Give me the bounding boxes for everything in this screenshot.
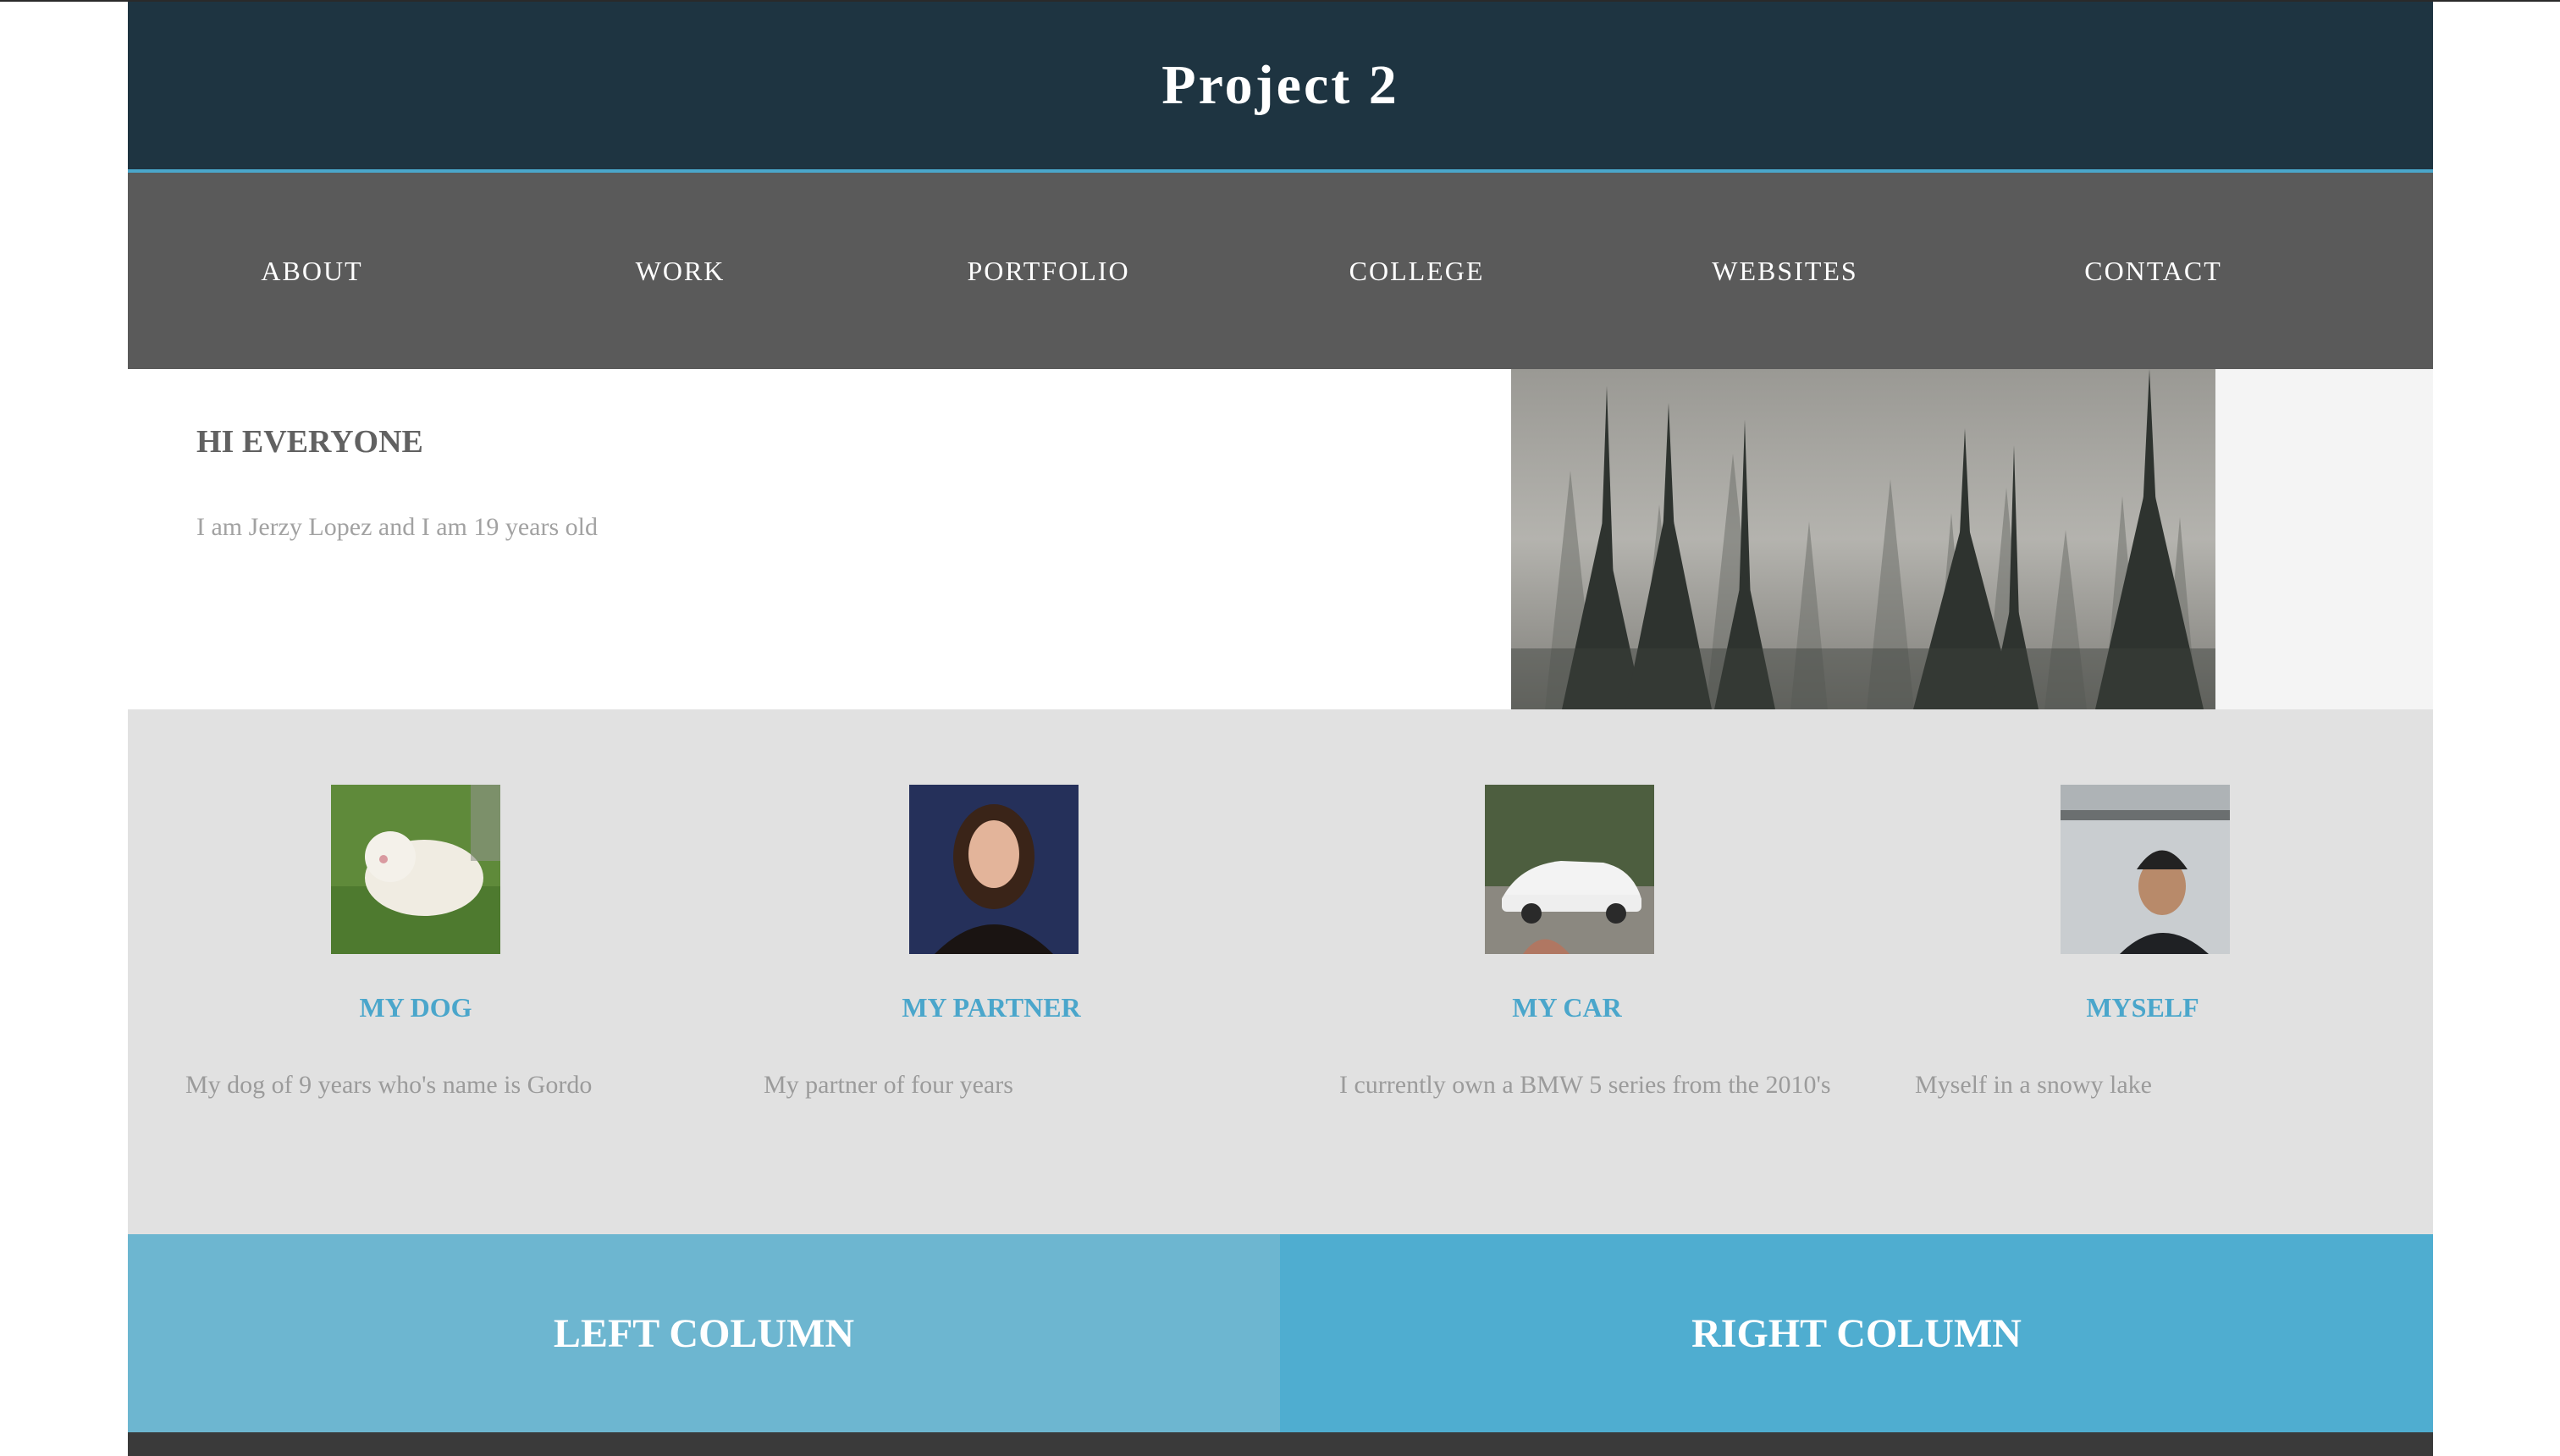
card-text-myself: Myself in a snowy lake bbox=[1915, 1071, 2152, 1099]
myself-photo bbox=[2061, 785, 2230, 954]
card-my-partner: MY PARTNER My partner of four years bbox=[703, 709, 1279, 1234]
columns-section: LEFT COLUMN RIGHT COLUMN bbox=[128, 1234, 2433, 1432]
card-text-my-partner: My partner of four years bbox=[764, 1071, 1013, 1099]
card-my-dog: MY DOG My dog of 9 years who's name is G… bbox=[128, 709, 703, 1234]
right-column: RIGHT COLUMN bbox=[1280, 1234, 2433, 1432]
card-title-my-dog[interactable]: MY DOG bbox=[128, 992, 703, 1023]
card-text-my-car: I currently own a BMW 5 series from the … bbox=[1339, 1071, 1831, 1099]
card-text-my-dog: My dog of 9 years who's name is Gordo bbox=[185, 1071, 593, 1099]
misty-forest-image bbox=[1511, 369, 2215, 709]
nav-item-work[interactable]: WORK bbox=[496, 256, 864, 287]
partner-photo bbox=[909, 785, 1079, 954]
intro-paragraph: I am Jerzy Lopez and I am 19 years old bbox=[196, 513, 598, 541]
nav-item-websites[interactable]: WEBSITES bbox=[1601, 256, 1969, 287]
site-header: Project 2 bbox=[128, 2, 2433, 173]
intro-heading: HI EVERYONE bbox=[196, 424, 423, 460]
nav-item-portfolio[interactable]: PORTFOLIO bbox=[864, 256, 1233, 287]
card-title-my-car[interactable]: MY CAR bbox=[1279, 992, 1855, 1023]
right-column-title: RIGHT COLUMN bbox=[1691, 1310, 2022, 1356]
card-myself: MYSELF Myself in a snowy lake bbox=[1855, 709, 2430, 1234]
nav-item-about[interactable]: ABOUT bbox=[128, 256, 496, 287]
nav-item-contact[interactable]: CONTACT bbox=[1969, 256, 2337, 287]
car-photo bbox=[1485, 785, 1654, 954]
footer-strip bbox=[128, 1432, 2433, 1456]
left-column-title: LEFT COLUMN bbox=[553, 1310, 855, 1356]
card-title-myself[interactable]: MYSELF bbox=[1855, 992, 2430, 1023]
card-my-car: MY CAR I currently own a BMW 5 series fr… bbox=[1279, 709, 1855, 1234]
site-title: Project 2 bbox=[1161, 54, 1399, 116]
intro-image-panel bbox=[1511, 369, 2433, 716]
main-nav: ABOUT WORK PORTFOLIO COLLEGE WEBSITES CO… bbox=[128, 173, 2433, 369]
card-title-my-partner[interactable]: MY PARTNER bbox=[703, 992, 1279, 1023]
left-column: LEFT COLUMN bbox=[128, 1234, 1280, 1432]
cards-section: MY DOG My dog of 9 years who's name is G… bbox=[128, 709, 2433, 1234]
dog-photo bbox=[331, 785, 500, 954]
nav-item-college[interactable]: COLLEGE bbox=[1233, 256, 1601, 287]
intro-section: HI EVERYONE I am Jerzy Lopez and I am 19… bbox=[128, 369, 2433, 716]
page: Project 2 ABOUT WORK PORTFOLIO COLLEGE W… bbox=[128, 2, 2433, 1456]
